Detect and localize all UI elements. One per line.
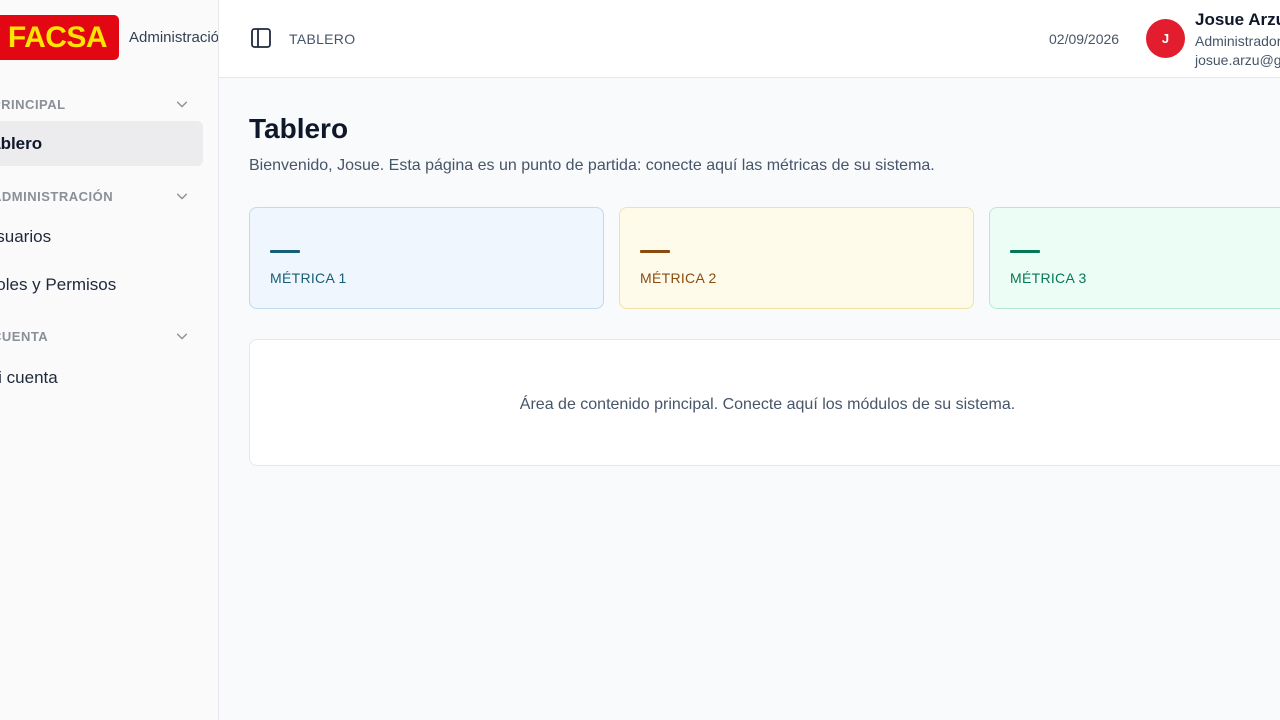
sidebar-item-label: Mi cuenta [0,367,58,387]
metric-card-1: MÉTRICA 1 [249,207,604,309]
page-description: Bienvenido, Josue. Esta página es un pun… [249,157,935,174]
current-date: 02/09/2026 [1049,31,1120,47]
user-email: josue.arzu@gmail.com [1195,52,1280,68]
user-name: Josue Arzu [1195,10,1280,29]
sidebar-panel-icon [251,28,271,48]
metric-placeholder-dash [1010,250,1040,253]
breadcrumb: TABLERO [289,31,356,47]
logo-text: FACSA [7,20,108,54]
brand: FACSA Administración [0,0,219,77]
metric-placeholder-dash [270,250,300,253]
content-placeholder-text: Área de contenido principal. Conecte aqu… [519,396,1016,413]
page-title: Tablero [249,113,349,144]
user-role: Administrador [1195,33,1280,49]
sidebar-item-label: Usuarios [0,226,52,246]
sidebar-item-label: Roles y Permisos [0,274,117,294]
nav-section-administracion[interactable]: ADMINISTRACIÓN [0,181,218,211]
metric-label: MÉTRICA 1 [270,270,347,286]
company-logo[interactable]: FACSA [0,15,119,60]
sidebar-item-tablero[interactable]: Tablero [0,121,203,166]
nav-section-label: ADMINISTRACIÓN [0,188,114,204]
app-root: FACSA Administración PRINCIPAL Tablero A… [0,0,1280,720]
top-header: TABLERO 02/09/2026 J Josue Arzu Administ… [219,0,1280,78]
metric-label: MÉTRICA 3 [1010,270,1087,286]
sidebar-toggle-button[interactable] [249,26,273,50]
main-content: Tablero Bienvenido, Josue. Esta página e… [219,78,1280,720]
sidebar-item-roles-permisos[interactable]: Roles y Permisos [0,262,203,307]
avatar[interactable]: J [1146,19,1185,58]
main-content-card: Área de contenido principal. Conecte aqu… [249,339,1280,466]
metric-placeholder-dash [640,250,670,253]
chevron-down-icon [176,333,188,340]
metric-label: MÉTRICA 2 [640,270,717,286]
brand-subtitle: Administración [129,29,219,46]
metric-card-3: MÉTRICA 3 [989,207,1280,309]
nav-section-cuenta[interactable]: CUENTA [0,321,218,351]
chevron-down-icon [176,101,188,108]
sidebar-item-label: Tablero [0,133,43,153]
nav-section-label: CUENTA [0,328,49,344]
nav-section-label: PRINCIPAL [0,96,66,112]
sidebar-item-mi-cuenta[interactable]: Mi cuenta [0,355,203,400]
nav-section-principal[interactable]: PRINCIPAL [0,89,218,119]
metric-card-2: MÉTRICA 2 [619,207,974,309]
sidebar-item-usuarios[interactable]: Usuarios [0,214,203,259]
sidebar: FACSA Administración PRINCIPAL Tablero A… [0,0,219,720]
chevron-down-icon [176,193,188,200]
